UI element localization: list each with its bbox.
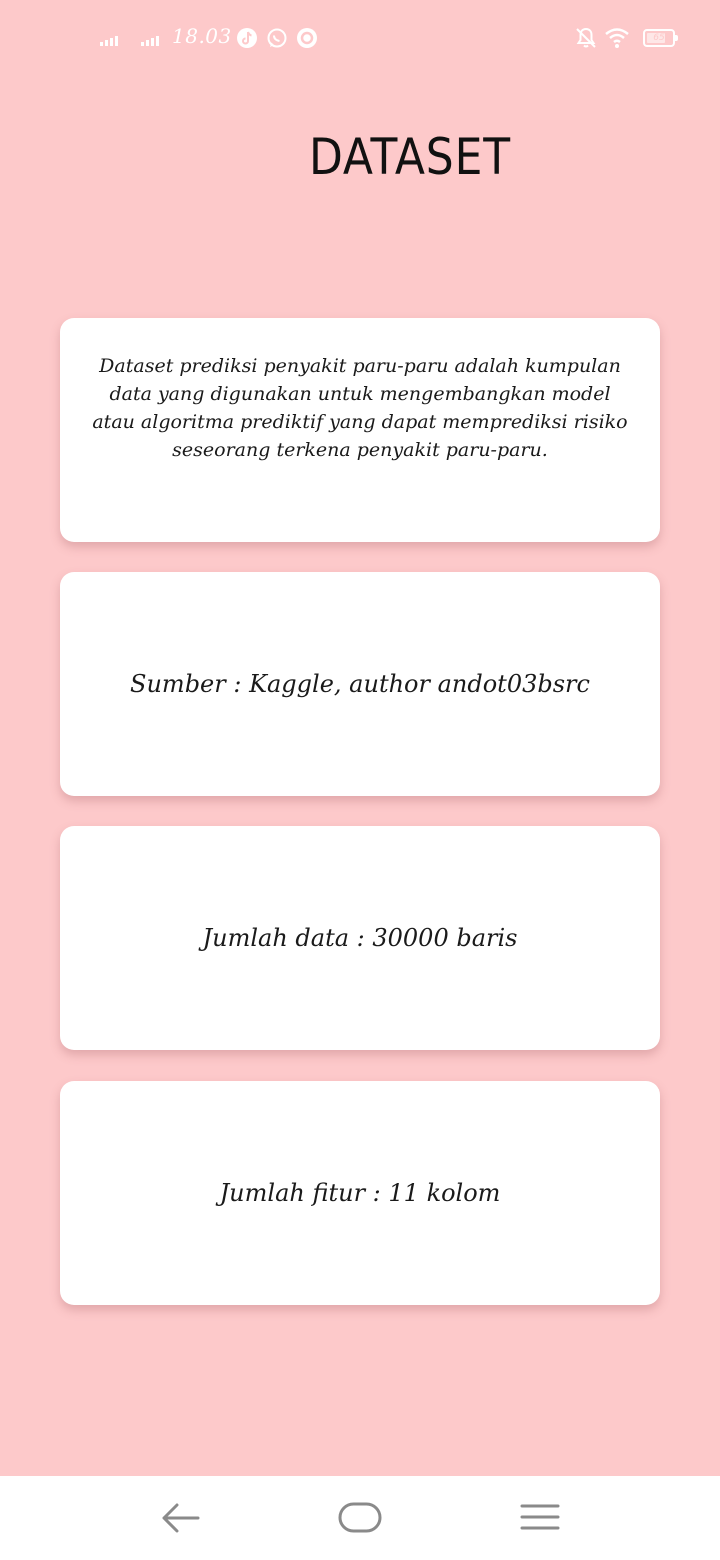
row-count-card: Jumlah data : 30000 baris	[60, 826, 660, 1050]
feature-count-text: Jumlah fitur : 11 kolom	[219, 1179, 501, 1207]
battery-level-text: 65	[653, 33, 665, 43]
status-time: 18.03	[172, 24, 232, 48]
home-icon[interactable]	[330, 1496, 390, 1540]
whatsapp-icon	[267, 28, 287, 48]
page-title: DATASET	[308, 128, 512, 186]
status-bar: 18.03 65	[0, 0, 720, 76]
wifi-icon	[605, 28, 629, 48]
description-card: Dataset prediksi penyakit paru-paru adal…	[60, 318, 660, 542]
signal-icon	[100, 34, 118, 46]
mute-notification-icon	[576, 27, 596, 48]
row-count-text: Jumlah data : 30000 baris	[202, 924, 518, 952]
description-text: Dataset prediksi penyakit paru-paru adal…	[92, 355, 628, 461]
signal-icon	[141, 34, 159, 46]
tiktok-icon	[237, 28, 257, 48]
source-text: Sumber : Kaggle, author andot03bsrc	[130, 670, 590, 698]
feature-count-card: Jumlah fitur : 11 kolom	[60, 1081, 660, 1305]
source-card: Sumber : Kaggle, author andot03bsrc	[60, 572, 660, 796]
circle-app-icon	[297, 28, 317, 48]
menu-icon[interactable]	[510, 1496, 570, 1540]
navigation-bar	[0, 1476, 720, 1560]
back-icon[interactable]	[150, 1496, 210, 1540]
battery-icon: 65	[643, 29, 678, 47]
